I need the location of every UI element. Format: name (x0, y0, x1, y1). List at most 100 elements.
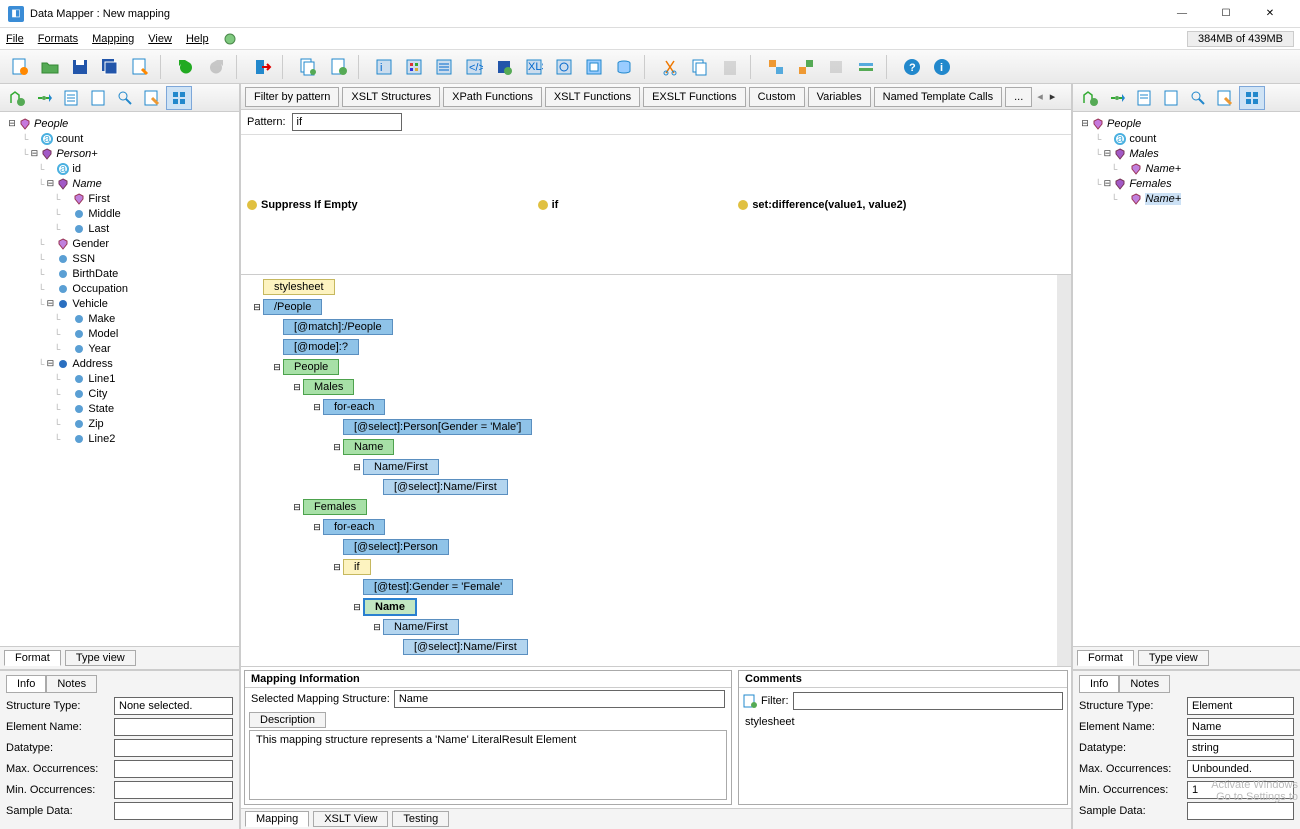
info-button[interactable]: i (928, 53, 956, 81)
expander-icon[interactable] (371, 482, 383, 492)
map-block[interactable]: [@test]:Gender = 'Female' (363, 579, 513, 595)
map-block[interactable]: [@mode]:? (283, 339, 359, 355)
btn-i[interactable] (762, 53, 790, 81)
expander-icon[interactable]: ⊟ (1101, 178, 1113, 189)
info-field[interactable]: 1 (1187, 781, 1294, 799)
comments-filter-input[interactable] (793, 692, 1064, 710)
btn-c[interactable] (430, 53, 458, 81)
tree-node[interactable]: └⊟Name (2, 176, 237, 191)
map-node[interactable]: [@test]:Gender = 'Female' (245, 577, 1057, 597)
expander-icon[interactable] (60, 194, 72, 204)
map-node[interactable]: [@match]:/People (245, 317, 1057, 337)
nav-right-icon[interactable]: ▸ (1048, 90, 1058, 103)
tree-node[interactable]: └ State (2, 401, 237, 416)
left-tree[interactable]: ⊟People└ acount└⊟Person+└ aid└⊟Name└ Fir… (0, 112, 239, 646)
expander-icon[interactable] (60, 224, 72, 234)
tab-format-r[interactable]: Format (1077, 650, 1134, 666)
right-grid-button[interactable] (1239, 86, 1265, 110)
tree-node[interactable]: └⊟Person+ (2, 146, 237, 161)
exit-button[interactable] (248, 53, 276, 81)
left-edit-button[interactable] (139, 86, 165, 110)
tree-node[interactable]: └ aid (2, 161, 237, 176)
save-button[interactable] (66, 53, 94, 81)
map-node[interactable]: ⊟Name (245, 437, 1057, 457)
right-add-button[interactable] (1077, 86, 1103, 110)
map-block[interactable]: Males (303, 379, 354, 395)
tree-node[interactable]: └ Model (2, 326, 237, 341)
tree-node[interactable]: └ Middle (2, 206, 237, 221)
map-block[interactable]: stylesheet (263, 279, 335, 295)
expander-icon[interactable] (271, 322, 283, 332)
expander-icon[interactable] (60, 434, 72, 444)
expander-icon[interactable]: ⊟ (311, 402, 323, 413)
menu-mapping[interactable]: Mapping (92, 33, 134, 45)
nav-left-icon[interactable]: ◂ (1035, 90, 1045, 103)
expander-icon[interactable] (60, 344, 72, 354)
info-field[interactable]: None selected. (114, 697, 233, 715)
expander-icon[interactable] (44, 164, 56, 174)
expander-icon[interactable]: ⊟ (44, 298, 56, 309)
expander-icon[interactable]: ⊟ (291, 502, 303, 513)
expander-icon[interactable] (60, 374, 72, 384)
menu-help[interactable]: Help (186, 33, 209, 45)
right-link-button[interactable] (1104, 86, 1130, 110)
info-field[interactable]: string (1187, 739, 1294, 757)
expander-icon[interactable]: ⊟ (1101, 148, 1113, 159)
left-doc1-button[interactable] (58, 86, 84, 110)
right-doc2-button[interactable] (1158, 86, 1184, 110)
minimize-button[interactable]: — (1160, 0, 1204, 28)
btn-k[interactable] (822, 53, 850, 81)
tree-node[interactable]: └ BirthDate (2, 266, 237, 281)
expander-icon[interactable]: ⊟ (351, 462, 363, 473)
map-block[interactable]: [@select]:Person (343, 539, 449, 555)
expander-icon[interactable]: ⊟ (331, 442, 343, 453)
map-block[interactable]: for-each (323, 399, 385, 415)
expander-icon[interactable]: ⊟ (6, 118, 18, 129)
filter-tab-1[interactable]: XSLT Structures (342, 87, 440, 107)
btn-f[interactable]: XLS (520, 53, 548, 81)
tab-testing[interactable]: Testing (392, 811, 449, 827)
info-field[interactable]: Element (1187, 697, 1294, 715)
tree-node[interactable]: └ City (2, 386, 237, 401)
filter-item-2[interactable]: set:difference(value1, value2) (738, 139, 906, 270)
left-doc2-button[interactable] (85, 86, 111, 110)
filter-tab-7[interactable]: Named Template Calls (874, 87, 1002, 107)
expander-icon[interactable] (60, 209, 72, 219)
tree-node[interactable]: └ First (2, 191, 237, 206)
close-button[interactable]: ✕ (1248, 0, 1292, 28)
tree-node[interactable]: └ SSN (2, 251, 237, 266)
btn-l[interactable] (852, 53, 880, 81)
tree-node[interactable]: └ acount (2, 131, 237, 146)
expander-icon[interactable] (44, 284, 56, 294)
right-search-button[interactable] (1185, 86, 1211, 110)
sel-mapping-field[interactable]: Name (394, 690, 725, 708)
map-block[interactable]: [@select]:Name/First (403, 639, 528, 655)
tab-typeview[interactable]: Type view (65, 650, 136, 666)
menu-view[interactable]: View (148, 33, 172, 45)
info-field[interactable]: Unbounded. (1187, 760, 1294, 778)
tree-node[interactable]: └ acount (1075, 131, 1298, 146)
left-grid-button[interactable] (166, 86, 192, 110)
map-node[interactable]: stylesheet (245, 277, 1057, 297)
expander-icon[interactable] (60, 329, 72, 339)
maximize-button[interactable]: ☐ (1204, 0, 1248, 28)
expander-icon[interactable] (60, 404, 72, 414)
new-button[interactable] (6, 53, 34, 81)
map-node[interactable]: [@select]:Person[Gender = 'Male'] (245, 417, 1057, 437)
filter-item-0[interactable]: Suppress If Empty (247, 139, 358, 270)
expander-icon[interactable] (331, 542, 343, 552)
map-node[interactable]: [@select]:Name/First (245, 477, 1057, 497)
expander-icon[interactable]: ⊟ (291, 382, 303, 393)
right-notes-tab[interactable]: Notes (1119, 675, 1170, 693)
map-node[interactable]: [@select]:Person (245, 537, 1057, 557)
tree-node[interactable]: └ Zip (2, 416, 237, 431)
expander-icon[interactable] (44, 269, 56, 279)
expander-icon[interactable] (331, 422, 343, 432)
map-node[interactable]: ⊟if (245, 557, 1057, 577)
desc-tab[interactable]: Description (249, 712, 326, 728)
menu-formats[interactable]: Formats (38, 33, 78, 45)
filter-tab-2[interactable]: XPath Functions (443, 87, 542, 107)
expander-icon[interactable]: ⊟ (44, 358, 56, 369)
map-block[interactable]: [@match]:/People (283, 319, 393, 335)
info-field[interactable] (114, 718, 233, 736)
